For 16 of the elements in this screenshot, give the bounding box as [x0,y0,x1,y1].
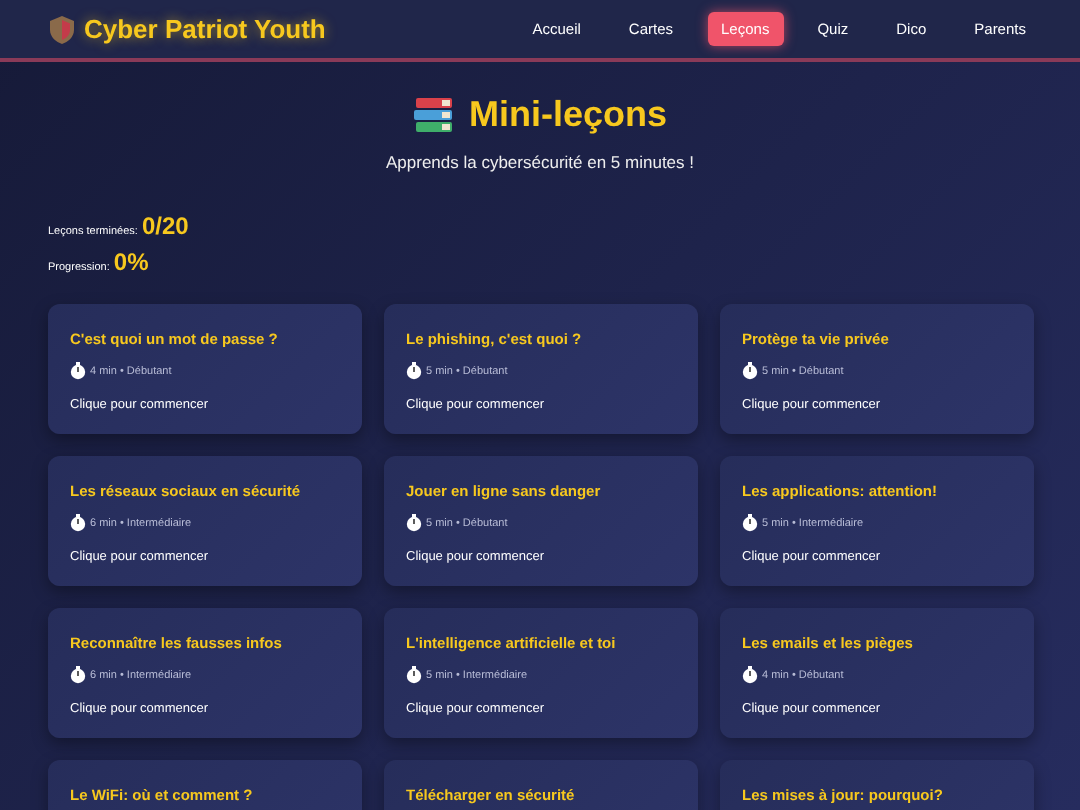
stat-value: 0/20 [141,212,189,240]
page-title: Mini-leçons [468,94,667,136]
stopwatch-icon [406,514,422,532]
books-icon [412,95,457,135]
stopwatch-icon [70,514,86,532]
stopwatch-icon [70,362,86,380]
stopwatch-icon [406,362,422,380]
page-subtitle: Apprends la cybersécurité en 5 minutes ! [383,152,697,172]
stopwatch-icon [70,666,86,684]
stopwatch-icon [742,666,758,684]
stopwatch-icon [742,362,758,380]
stat-value: 0% [113,248,149,276]
stopwatch-icon [406,666,422,684]
shield-icon [50,15,74,43]
stopwatch-icon [742,514,758,532]
brand-name[interactable]: Cyber Patriot Youth [84,14,326,44]
